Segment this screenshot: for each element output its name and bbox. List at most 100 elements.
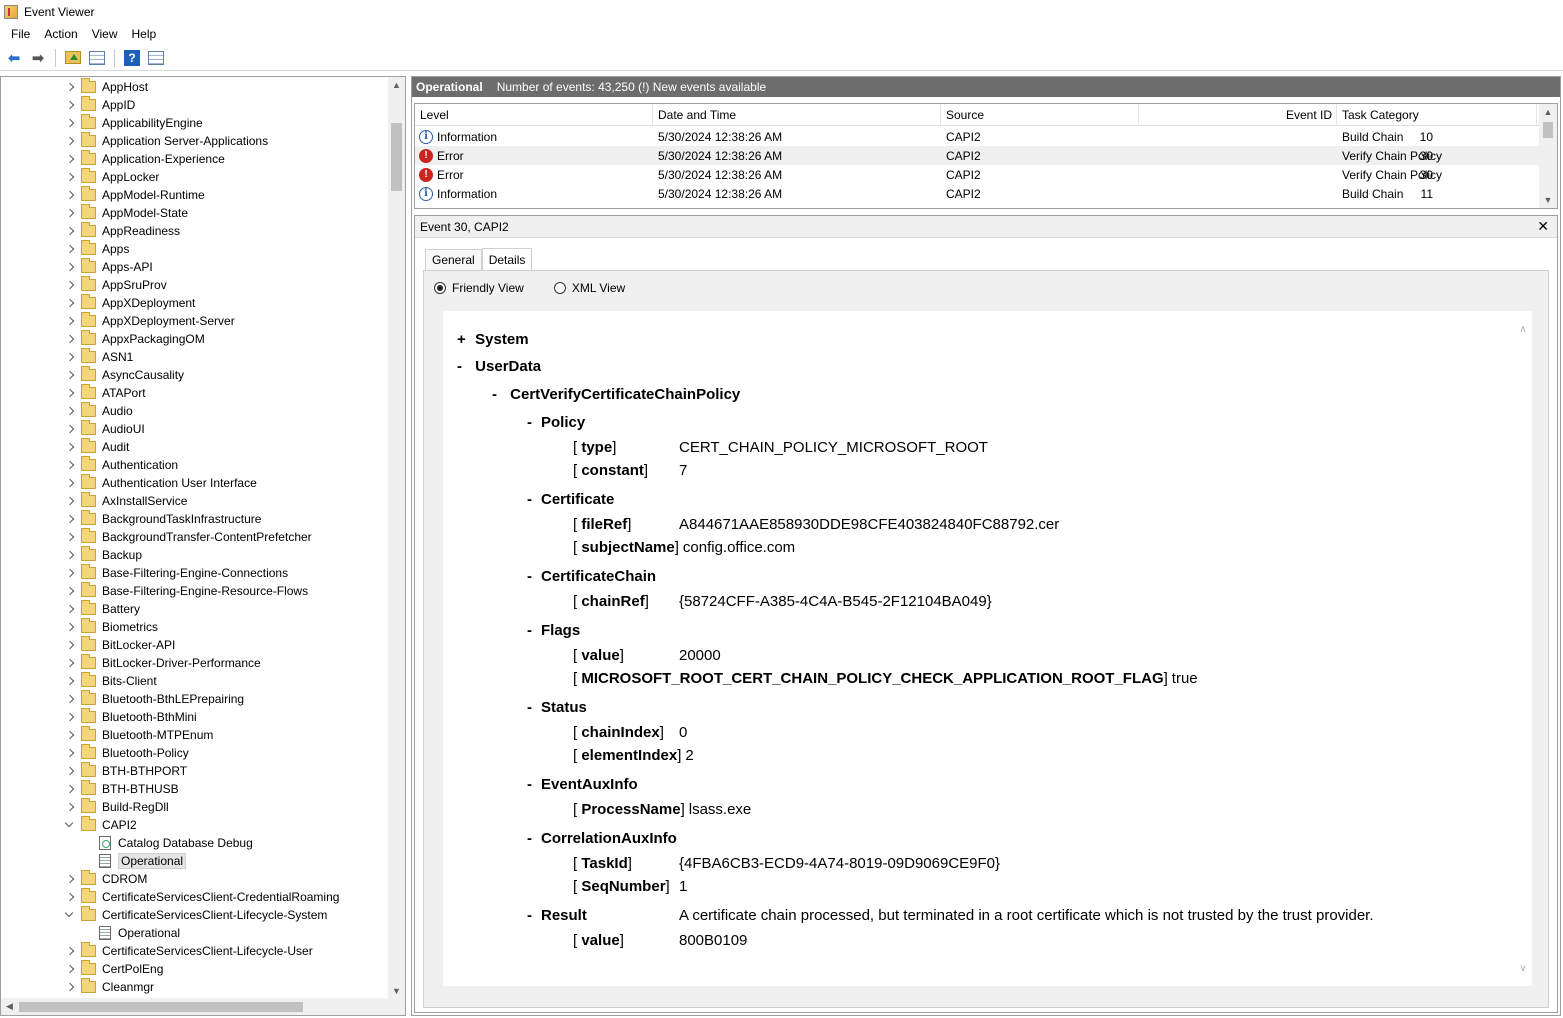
chevron-right-icon[interactable]	[65, 784, 75, 794]
chevron-right-icon[interactable]	[65, 478, 75, 488]
tree-item[interactable]: ATAPort	[65, 384, 146, 402]
xml-view-radio[interactable]: XML View	[553, 281, 625, 295]
tree-item[interactable]: Application Server-Applications	[65, 132, 268, 150]
chevron-right-icon[interactable]	[65, 604, 75, 614]
friendly-view-radio[interactable]: Friendly View	[434, 281, 524, 295]
collapse-minus-icon[interactable]: -	[527, 622, 541, 639]
tree-item[interactable]: Bluetooth-MTPEnum	[65, 726, 213, 744]
tree-item[interactable]: Bluetooth-BthLEPrepairing	[65, 690, 244, 708]
tree-item[interactable]: Operational	[83, 924, 180, 942]
tree-item[interactable]: ASN1	[65, 348, 133, 366]
tree-item[interactable]: CertificateServicesClient-CredentialRoam…	[65, 888, 339, 906]
chevron-right-icon[interactable]	[65, 586, 75, 596]
chevron-right-icon[interactable]	[65, 406, 75, 416]
menu-file[interactable]: File	[4, 27, 37, 41]
chevron-right-icon[interactable]	[65, 568, 75, 578]
scroll-down-icon[interactable]: ∨	[1514, 960, 1532, 976]
expand-plus-icon[interactable]: +	[457, 331, 471, 348]
chevron-right-icon[interactable]	[65, 622, 75, 632]
chevron-right-icon[interactable]	[65, 118, 75, 128]
tree-item[interactable]: CertificateServicesClient-Lifecycle-Syst…	[65, 906, 327, 924]
tree-item[interactable]: BitLocker-API	[65, 636, 175, 654]
chevron-right-icon[interactable]	[65, 172, 75, 182]
chevron-right-icon[interactable]	[65, 730, 75, 740]
chevron-right-icon[interactable]	[65, 424, 75, 434]
tree-item[interactable]: AppHost	[65, 78, 148, 96]
tree-horizontal-scrollbar[interactable]: ◀ ▶	[1, 998, 405, 1015]
chevron-right-icon[interactable]	[65, 550, 75, 560]
chevron-right-icon[interactable]	[65, 316, 75, 326]
node-section[interactable]: - CertificateChain	[527, 568, 656, 585]
collapse-minus-icon[interactable]: -	[527, 568, 541, 585]
collapse-minus-icon[interactable]: -	[527, 907, 541, 924]
scroll-left-icon[interactable]: ◀	[1, 998, 18, 1015]
tree-item[interactable]: Biometrics	[65, 618, 158, 636]
tree-item[interactable]: AsyncCausality	[65, 366, 184, 384]
detail-scrollbar[interactable]: ∧ ∨	[1514, 311, 1532, 986]
collapse-minus-icon[interactable]: -	[457, 358, 471, 375]
tree-item[interactable]: AxInstallService	[65, 492, 187, 510]
chevron-right-icon[interactable]	[65, 658, 75, 668]
chevron-down-icon[interactable]	[65, 910, 75, 920]
tree-item[interactable]: Battery	[65, 600, 140, 618]
grid-scrollbar[interactable]: ▲ ▼	[1539, 104, 1557, 208]
help-button[interactable]: ?	[122, 48, 142, 68]
menu-help[interactable]: Help	[125, 27, 164, 41]
node-section[interactable]: - Status	[527, 699, 587, 716]
chevron-right-icon[interactable]	[65, 352, 75, 362]
scroll-down-icon[interactable]: ▼	[1539, 192, 1557, 208]
chevron-right-icon[interactable]	[65, 334, 75, 344]
tree-item[interactable]: Build-RegDll	[65, 798, 169, 816]
table-row[interactable]: i Information 5/30/2024 12:38:26 AM CAPI2 10…	[415, 127, 1539, 146]
scroll-up-icon[interactable]: ∧	[1514, 321, 1532, 337]
chevron-right-icon[interactable]	[65, 946, 75, 956]
tree-item[interactable]: Backup	[65, 546, 142, 564]
tab-general[interactable]: General	[425, 249, 482, 270]
chevron-right-icon[interactable]	[65, 694, 75, 704]
node-root[interactable]: - CertVerifyCertificateChainPolicy	[492, 386, 740, 403]
radio-unselected-icon[interactable]	[553, 282, 566, 294]
tree-item[interactable]: CDROM	[65, 870, 147, 888]
navigation-tree[interactable]: AppHost AppID ApplicabilityEngine Applicati…	[0, 76, 406, 1016]
chevron-right-icon[interactable]	[65, 388, 75, 398]
tree-item[interactable]: Operational	[83, 852, 187, 870]
chevron-right-icon[interactable]	[65, 298, 75, 308]
scroll-up-icon[interactable]: ▲	[1539, 104, 1557, 120]
tree-item[interactable]: BackgroundTaskInfrastructure	[65, 510, 261, 528]
chevron-right-icon[interactable]	[65, 766, 75, 776]
collapse-minus-icon[interactable]: -	[527, 830, 541, 847]
column-date-time[interactable]: Date and Time	[653, 104, 941, 126]
chevron-right-icon[interactable]	[65, 460, 75, 470]
collapse-minus-icon[interactable]: -	[492, 386, 506, 403]
tree-item[interactable]: Application-Experience	[65, 150, 225, 168]
chevron-right-icon[interactable]	[65, 136, 75, 146]
tree-item[interactable]: AppModel-Runtime	[65, 186, 205, 204]
chevron-right-icon[interactable]	[65, 982, 75, 992]
node-section[interactable]: - Result	[527, 907, 587, 924]
chevron-right-icon[interactable]	[65, 370, 75, 380]
tree-item[interactable]: Authentication	[65, 456, 178, 474]
chevron-right-icon[interactable]	[65, 748, 75, 758]
show-hide-action-pane-button[interactable]	[146, 48, 166, 68]
chevron-right-icon[interactable]	[65, 262, 75, 272]
tree-item[interactable]: Base-Filtering-Engine-Connections	[65, 564, 288, 582]
collapse-minus-icon[interactable]: -	[527, 414, 541, 431]
node-system[interactable]: + System	[457, 331, 529, 348]
chevron-right-icon[interactable]	[65, 532, 75, 542]
chevron-right-icon[interactable]	[65, 712, 75, 722]
tree-item[interactable]: BTH-BTHPORT	[65, 762, 187, 780]
folder-up-button[interactable]	[63, 48, 83, 68]
tree-item[interactable]: Audio	[65, 402, 133, 420]
tree-item[interactable]: Bits-Client	[65, 672, 157, 690]
tree-item[interactable]: CertificateServicesClient-Lifecycle-User	[65, 942, 313, 960]
tree-item[interactable]: Authentication User Interface	[65, 474, 257, 492]
table-row[interactable]: ! Error 5/30/2024 12:38:26 AM CAPI2 30 Verify…	[415, 146, 1539, 165]
node-section[interactable]: - Certificate	[527, 491, 614, 508]
tree-item[interactable]: CertPolEng	[65, 960, 163, 978]
chevron-right-icon[interactable]	[65, 190, 75, 200]
show-hide-tree-button[interactable]	[87, 48, 107, 68]
scroll-down-icon[interactable]: ▼	[388, 983, 405, 999]
chevron-right-icon[interactable]	[65, 244, 75, 254]
collapse-minus-icon[interactable]: -	[527, 699, 541, 716]
column-event-id[interactable]: Event ID	[1139, 104, 1337, 126]
